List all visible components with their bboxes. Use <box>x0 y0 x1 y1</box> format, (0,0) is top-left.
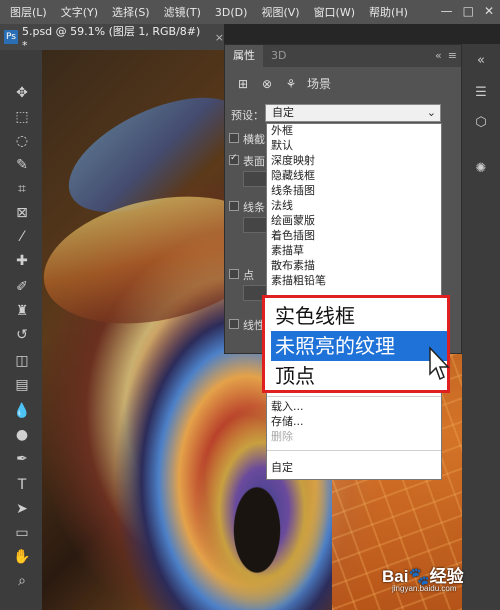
dropdown-item[interactable]: 深度映射 <box>271 154 315 168</box>
quick-select-tool-icon[interactable]: ✎ <box>11 154 33 176</box>
dropdown-separator <box>267 450 441 451</box>
crop-tool-icon[interactable]: ⌗ <box>11 178 33 200</box>
dropdown-separator <box>267 396 441 397</box>
clone-stamp-icon[interactable]: ♜ <box>11 300 33 322</box>
preset-select[interactable]: 自定 ⌄ <box>265 104 441 122</box>
baidu-watermark: Bai🐾经验 jingyan.baidu.com <box>382 562 464 593</box>
mesh-icon[interactable]: ⊞ <box>235 76 251 92</box>
dropdown-item[interactable]: 默认 <box>271 139 293 153</box>
document-title: 5.psd @ 59.1% (图层 1, RGB/8#) * <box>21 24 201 52</box>
menu-type[interactable]: 文字(Y) <box>61 4 98 20</box>
type-tool-icon[interactable]: T <box>11 474 33 496</box>
chevron-down-icon: ⌄ <box>426 106 436 119</box>
menu-select[interactable]: 选择(S) <box>112 4 150 20</box>
menu-help[interactable]: 帮助(H) <box>369 4 408 20</box>
panel-dock: « ☰ ⬡ ✺ <box>462 44 500 610</box>
marquee-tool-icon[interactable]: ⬚ <box>11 106 33 128</box>
gradient-tool-icon[interactable]: ▤ <box>11 374 33 396</box>
panel-header-icons: « ≡ <box>435 49 457 62</box>
points-label: 点 <box>243 269 254 282</box>
dropdown-item[interactable]: 外框 <box>271 124 293 138</box>
brush-tool-icon[interactable]: ✐ <box>11 276 33 298</box>
hand-tool-icon[interactable]: ✋ <box>11 546 33 568</box>
cross-section-checkbox[interactable] <box>229 133 239 143</box>
blur-tool-icon[interactable]: 💧 <box>11 400 33 422</box>
tools-panel: ✥ ⬚ ◌ ✎ ⌗ ⊠ ⁄ ✚ ✐ ♜ ↺ ◫ ▤ 💧 ● ✒ T ➤ ▭ ✋ … <box>0 50 42 610</box>
minimize-button[interactable]: — <box>441 4 453 18</box>
dock-collapse-icon[interactable]: « <box>471 50 491 70</box>
dropdown-item[interactable]: 素描草 <box>271 244 304 258</box>
scene-label[interactable]: 场景 <box>307 75 331 92</box>
highlight-callout: 实色线框 未照亮的纹理 顶点 <box>262 295 450 393</box>
zoom-tool-icon[interactable]: ⌕ <box>11 570 33 592</box>
tab-properties[interactable]: 属性 <box>225 45 263 67</box>
scene-icon-row: ⊞ ⊗ ⚘ 场景 <box>235 75 331 92</box>
tab-3d[interactable]: 3D <box>263 45 294 67</box>
save-preset-item[interactable]: 存储... <box>271 415 304 429</box>
surface-checkbox[interactable] <box>229 153 239 165</box>
linearize-checkbox[interactable] <box>229 319 239 329</box>
surface-label: 表面 <box>243 155 265 168</box>
frame-tool-icon[interactable]: ⊠ <box>11 202 33 224</box>
photoshop-icon: Ps <box>4 30 18 44</box>
light-icon[interactable]: ⚘ <box>283 76 299 92</box>
collapse-icon[interactable]: « <box>435 49 442 62</box>
rectangle-tool-icon[interactable]: ▭ <box>11 522 33 544</box>
delete-preset-item: 删除 <box>271 430 293 443</box>
lines-checkbox[interactable] <box>229 201 239 211</box>
points-checkbox[interactable] <box>229 269 239 279</box>
vertices-item[interactable]: 顶点 <box>271 361 447 391</box>
dropdown-item[interactable]: 法线 <box>271 199 293 213</box>
eraser-tool-icon[interactable]: ◫ <box>11 350 33 372</box>
unlit-texture-item[interactable]: 未照亮的纹理 <box>271 331 447 361</box>
3d-dock-icon[interactable]: ⬡ <box>471 112 491 132</box>
maximize-button[interactable]: □ <box>463 4 474 18</box>
preset-value: 自定 <box>272 106 294 119</box>
dodge-tool-icon[interactable]: ● <box>11 424 33 446</box>
properties-dock-icon[interactable]: ☰ <box>471 82 491 102</box>
move-tool-icon[interactable]: ✥ <box>11 82 33 104</box>
dropdown-item[interactable]: 隐藏线框 <box>271 169 315 183</box>
menu-layer[interactable]: 图层(L) <box>10 4 47 20</box>
menu-window[interactable]: 窗口(W) <box>314 4 355 20</box>
custom-preset-item[interactable]: 自定 <box>271 461 293 475</box>
document-tab[interactable]: Ps 5.psd @ 59.1% (图层 1, RGB/8#) * × <box>0 24 224 52</box>
window-controls: — □ ✕ <box>441 4 494 18</box>
watermark-url: jingyan.baidu.com <box>392 584 457 593</box>
dropdown-item[interactable]: 绘画蒙版 <box>271 214 315 228</box>
close-tab-icon[interactable]: × <box>215 31 224 44</box>
light-dock-icon[interactable]: ✺ <box>471 158 491 178</box>
preset-label: 预设： <box>231 109 264 122</box>
solid-wireframe-item[interactable]: 实色线框 <box>271 301 447 331</box>
history-brush-icon[interactable]: ↺ <box>11 324 33 346</box>
lasso-tool-icon[interactable]: ◌ <box>11 130 33 152</box>
panel-tabs: 属性 3D <box>225 45 461 67</box>
dropdown-item[interactable]: 散布素描 <box>271 259 315 273</box>
panel-menu-icon[interactable]: ≡ <box>448 49 457 62</box>
menu-filter[interactable]: 滤镜(T) <box>164 4 201 20</box>
dropdown-item[interactable]: 着色插图 <box>271 229 315 243</box>
menu-view[interactable]: 视图(V) <box>261 4 299 20</box>
close-window-button[interactable]: ✕ <box>484 4 494 18</box>
pen-tool-icon[interactable]: ✒ <box>11 448 33 470</box>
load-preset-item[interactable]: 载入... <box>271 400 304 414</box>
path-select-tool-icon[interactable]: ➤ <box>11 498 33 520</box>
menu-3d[interactable]: 3D(D) <box>215 6 248 19</box>
cross-section-label: 横截 <box>243 133 265 146</box>
material-icon[interactable]: ⊗ <box>259 76 275 92</box>
eyedropper-tool-icon[interactable]: ⁄ <box>11 226 33 248</box>
menu-bar: 图层(L) 文字(Y) 选择(S) 滤镜(T) 3D(D) 视图(V) 窗口(W… <box>0 0 500 24</box>
dropdown-item[interactable]: 素描粗铅笔 <box>271 274 326 288</box>
dropdown-item[interactable]: 线条插图 <box>271 184 315 198</box>
healing-brush-icon[interactable]: ✚ <box>11 250 33 272</box>
mouse-cursor-icon <box>429 346 450 381</box>
lines-label: 线条 <box>243 201 265 214</box>
